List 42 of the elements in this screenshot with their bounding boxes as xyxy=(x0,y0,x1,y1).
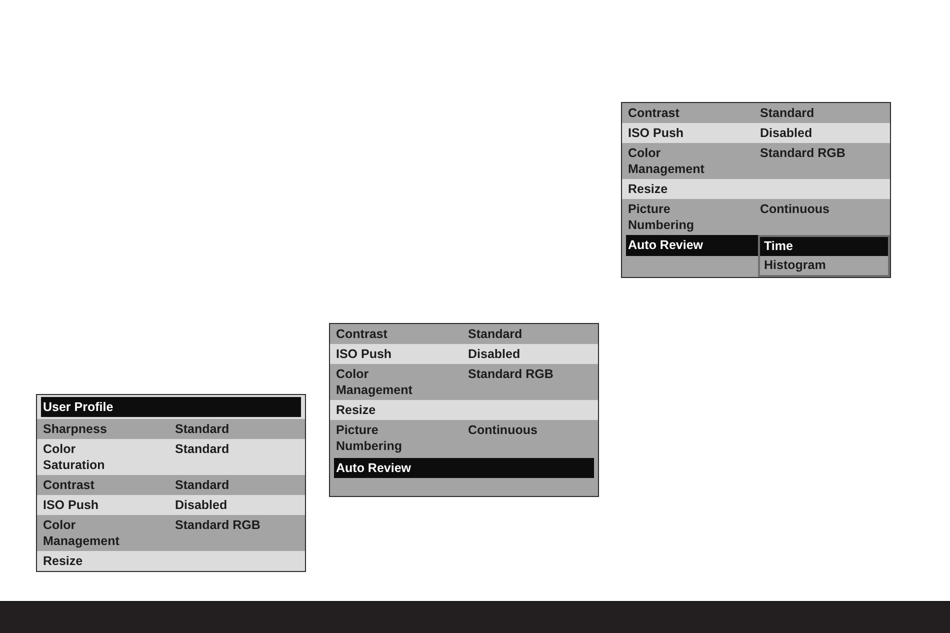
menu-item[interactable]: ISO Push Disabled xyxy=(37,495,305,515)
item-label: Color Saturation xyxy=(42,441,106,473)
item-label: Color Management xyxy=(42,517,120,549)
submenu-option[interactable]: Histogram xyxy=(760,256,888,275)
menu-item[interactable]: ISO Push Disabled xyxy=(622,123,890,143)
item-value: Standard xyxy=(174,441,230,457)
menu-item[interactable]: User Profile xyxy=(37,395,305,419)
menu-item[interactable]: Resize xyxy=(330,400,598,420)
item-label: Color Management xyxy=(335,366,414,398)
submenu-option[interactable]: Time xyxy=(760,237,888,256)
item-value: Standard xyxy=(759,105,816,121)
item-label: Resize xyxy=(627,181,669,197)
item-value: Disabled xyxy=(759,125,814,141)
item-label: Picture Numbering xyxy=(335,422,403,454)
item-label: Contrast xyxy=(335,326,388,342)
item-value: Standard RGB xyxy=(759,145,846,161)
item-value: Standard xyxy=(174,421,230,437)
menu-item[interactable]: Resize xyxy=(37,551,305,571)
item-label: Auto Review xyxy=(334,458,594,478)
item-label: Resize xyxy=(335,402,377,418)
menu-item[interactable]: Color Saturation Standard xyxy=(37,439,305,475)
item-label: User Profile xyxy=(41,397,301,417)
item-label: Contrast xyxy=(42,477,96,493)
item-value: Continuous xyxy=(759,201,830,217)
item-value: Standard xyxy=(174,477,230,493)
item-value: Standard RGB xyxy=(174,517,262,533)
menu-item[interactable]: Resize xyxy=(622,179,890,199)
item-label: ISO Push xyxy=(627,125,685,141)
item-value: Disabled xyxy=(467,346,522,362)
item-label: Sharpness xyxy=(42,421,108,437)
item-label: ISO Push xyxy=(335,346,393,362)
menu-item[interactable]: ISO Push Disabled xyxy=(330,344,598,364)
item-label: Contrast xyxy=(627,105,680,121)
item-label: Auto Review xyxy=(626,235,758,256)
item-label: Picture Numbering xyxy=(627,201,695,233)
item-value: Disabled xyxy=(174,497,228,513)
item-value: Standard RGB xyxy=(467,366,554,382)
item-value: Standard xyxy=(467,326,524,342)
item-label: Color Management xyxy=(627,145,706,177)
item-label: ISO Push xyxy=(42,497,100,513)
item-value: Continuous xyxy=(467,422,538,438)
item-label: Resize xyxy=(42,553,84,569)
